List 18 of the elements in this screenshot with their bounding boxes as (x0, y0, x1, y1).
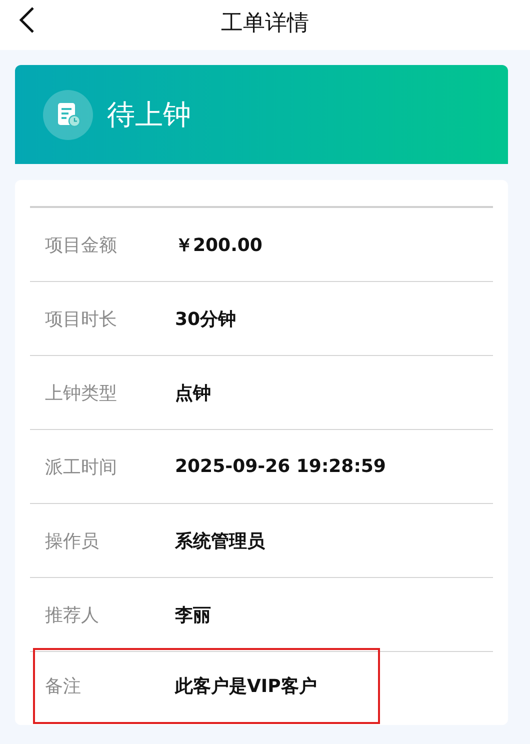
field-value: 点钟 (175, 382, 211, 404)
field-value: ￥200.00 (175, 234, 262, 256)
field-value: 系统管理员 (175, 530, 265, 552)
field-label: 备注 (45, 675, 82, 698)
field-label: 项目金额 (45, 234, 118, 256)
field-label: 操作员 (45, 530, 100, 552)
page-title: 工单详情 (221, 10, 309, 38)
status-label: 待上钟 (107, 96, 191, 132)
field-label: 项目时长 (45, 308, 118, 330)
field-label: 推荐人 (45, 604, 100, 626)
back-icon (18, 6, 36, 34)
field-value: 李丽 (175, 604, 211, 626)
field-label: 派工时间 (45, 456, 118, 478)
field-label: 上钟类型 (45, 382, 118, 404)
field-value: 2025-09-26 19:28:59 (175, 456, 386, 477)
field-value: 30分钟 (175, 308, 236, 330)
document-clock-icon (43, 90, 93, 140)
field-value: 此客户是VIP客户 (175, 675, 317, 698)
